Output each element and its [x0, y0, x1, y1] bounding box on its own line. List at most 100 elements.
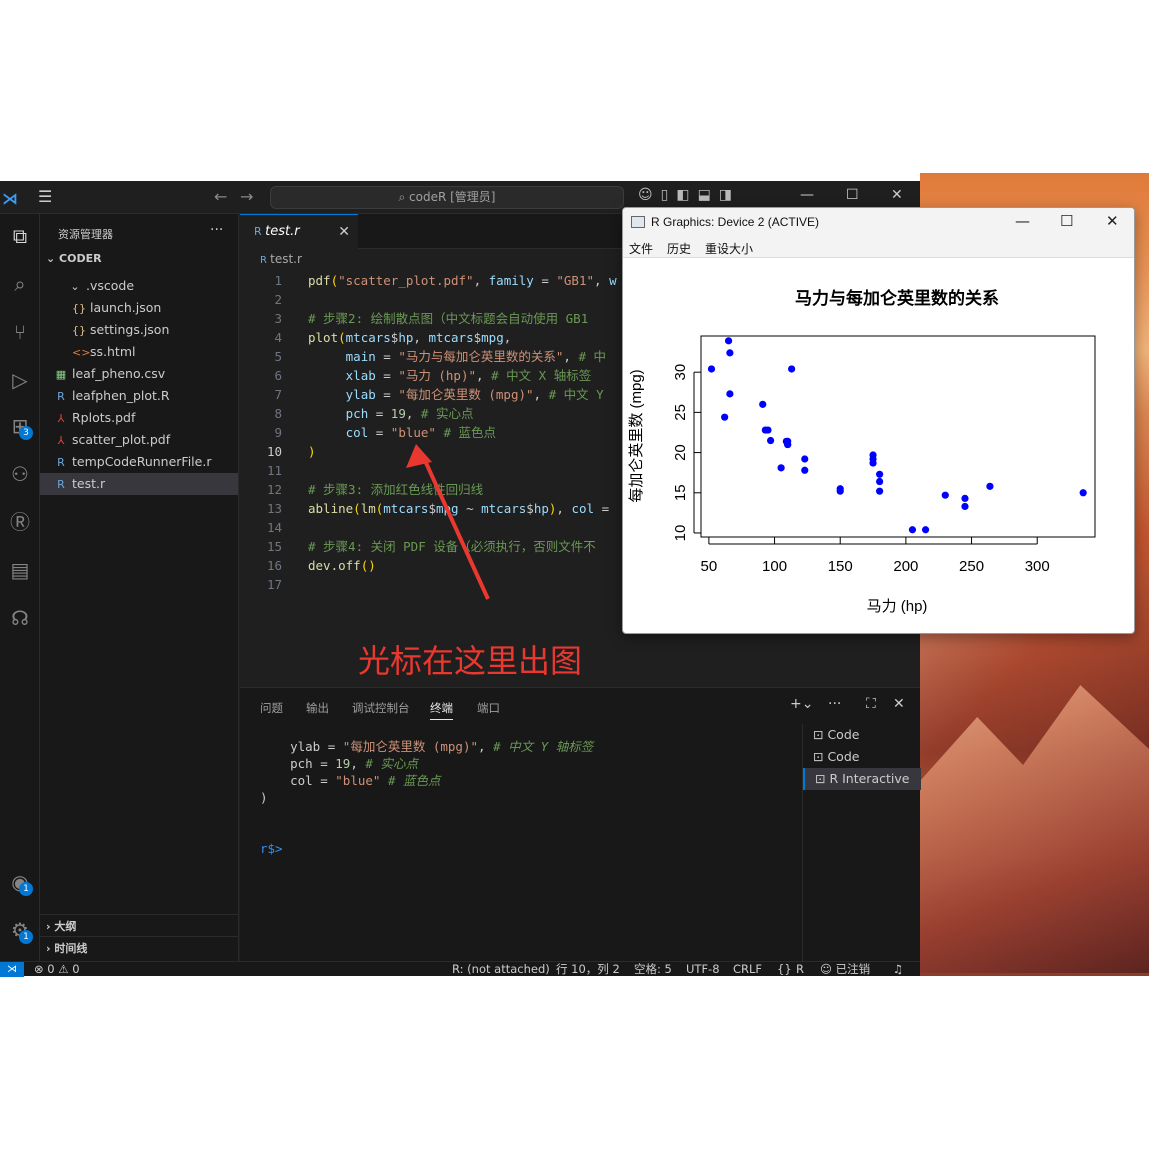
r-menu-item[interactable]: 重设大小 [705, 240, 753, 257]
extensions-icon[interactable]: ⊞ 3 [4, 410, 36, 442]
r-menu-item[interactable]: 文件 [629, 240, 653, 257]
terminal-line: r$> [260, 841, 283, 856]
r-maximize-icon[interactable]: ☐ [1060, 212, 1073, 230]
file-tree-item[interactable]: {} launch.json [40, 297, 238, 319]
panel-tab[interactable]: 输出 [306, 700, 329, 716]
r-graphics-window: R Graphics: Device 2 (ACTIVE) — ☐ ✕ 文件 历史… [622, 207, 1135, 634]
copilot-icon[interactable]: ☺ [638, 187, 661, 203]
eol-status[interactable]: CRLF [733, 962, 762, 977]
minimize-icon[interactable]: — [800, 187, 814, 203]
r-minimize-icon[interactable]: — [1015, 212, 1030, 230]
r-menu-item[interactable]: 历史 [667, 240, 691, 257]
data-point [707, 365, 716, 373]
forward-arrow-icon[interactable]: → [240, 187, 253, 206]
timeline-section[interactable]: › 时间线 [46, 940, 87, 956]
manage-gear-icon[interactable]: ⚙ 1 [4, 914, 36, 946]
line-number: 14 [266, 520, 282, 535]
toggle-secondary-sidebar-icon[interactable]: ◨ [719, 187, 740, 203]
toggle-panel-icon[interactable]: ⬓ [698, 187, 719, 203]
vscode-logo-icon: ⋊ [2, 189, 18, 208]
run-debug-icon[interactable]: ▷ [4, 364, 36, 396]
language-mode[interactable]: R [796, 962, 804, 977]
indentation-status[interactable]: 空格: 5 [634, 962, 672, 977]
outline-section[interactable]: › 大纲 [46, 918, 76, 934]
data-point [724, 337, 733, 345]
r-workspace-icon[interactable]: Ⓡ [4, 506, 36, 538]
data-point [961, 502, 969, 511]
explorer-icon[interactable]: ⧉ [4, 220, 36, 252]
command-center-search[interactable]: ⌕ codeR [管理员] [270, 186, 624, 209]
file-tree-item[interactable]: ▦ leaf_pheno.csv [40, 363, 238, 385]
source-control-icon[interactable]: ⑂ [4, 316, 36, 348]
y-axis-label: 每加仑英里数 (mpg) [627, 369, 645, 502]
html-icon: <> [72, 346, 91, 359]
account-status[interactable]: ☺ 已注销 [820, 962, 870, 977]
code-text: pdf("scatter_plot.pdf", family = "GB1", … [308, 273, 617, 288]
data-point [801, 455, 809, 463]
file-tree-item[interactable]: Rtest.r [40, 473, 238, 495]
section-divider [40, 914, 239, 915]
y-tick-label: 20 [672, 444, 689, 461]
x-tick-label: 50 [701, 558, 718, 575]
data-point [782, 437, 790, 445]
braces-icon[interactable]: {} [777, 962, 792, 977]
file-tree-label: Rplots.pdf [72, 410, 136, 425]
toggle-sidebar-icon[interactable]: ◧ [676, 187, 697, 203]
remote-explorer-icon[interactable]: ☊ [4, 602, 36, 634]
remote-indicator-icon[interactable]: ⋊ [0, 962, 24, 977]
search-icon[interactable]: ⌕ [4, 268, 36, 300]
file-tree-item[interactable]: {} settings.json [40, 319, 238, 341]
terminal-list-item[interactable]: ⊡ R Interactive [803, 768, 921, 790]
explorer-more-actions[interactable]: ··· [210, 222, 223, 238]
terminal-list: ⊡ Code ⊡ Code ⊡ R Interactive [802, 724, 921, 962]
notifications-bell-icon[interactable]: ♫ [893, 962, 903, 977]
notebook-icon[interactable]: ▤ [4, 554, 36, 586]
r-window-titlebar[interactable]: R Graphics: Device 2 (ACTIVE) — ☐ ✕ [623, 208, 1134, 238]
line-number: 1 [274, 273, 282, 288]
terminal-list-item[interactable]: ⊡ Code [803, 724, 921, 746]
r-file-icon: R [57, 390, 65, 403]
y-tick-label: 25 [672, 404, 689, 421]
maximize-icon[interactable]: ☐ [846, 187, 859, 203]
customize-layout-icon[interactable]: ▯ [661, 187, 677, 203]
python-icon[interactable]: ⚇ [4, 458, 36, 490]
workspace-folder[interactable]: ⌄ CODER [46, 252, 102, 265]
accounts-icon[interactable]: ◉ 1 [4, 866, 36, 898]
hamburger-menu-icon[interactable]: ☰ [38, 187, 58, 207]
panel-tab[interactable]: 调试控制台 [352, 700, 410, 716]
file-tree-item[interactable]: Rleafphen_plot.R [40, 385, 238, 407]
close-icon[interactable]: ✕ [891, 187, 903, 203]
data-point [941, 491, 949, 499]
close-panel-icon[interactable]: ✕ [893, 696, 905, 712]
file-tree-item[interactable]: RtempCodeRunnerFile.r [40, 451, 238, 473]
status-bar: ⋊ ⊗ 0 ⚠ 0 R: (not attached) 行 10，列 2 空格:… [0, 961, 920, 977]
file-tree-item[interactable]: ⌄ .vscode [40, 275, 238, 297]
cursor-position[interactable]: 行 10，列 2 [556, 962, 620, 977]
file-tree-item[interactable]: ⅄ Rplots.pdf [40, 407, 238, 429]
problems-status[interactable]: ⊗ 0 ⚠ 0 [34, 962, 80, 977]
terminal-list-item[interactable]: ⊡ Code [803, 746, 921, 768]
r-session-status[interactable]: R: (not attached) [452, 962, 550, 977]
panel-tab[interactable]: 终端 [430, 700, 453, 720]
file-tree-item[interactable]: ⅄ scatter_plot.pdf [40, 429, 238, 451]
breadcrumb[interactable]: R test.r [260, 252, 302, 266]
close-tab-icon[interactable]: ✕ [338, 215, 350, 249]
r-close-icon[interactable]: ✕ [1106, 212, 1119, 230]
new-terminal-icon[interactable]: +⌄ [790, 696, 813, 712]
panel-tab[interactable]: 端口 [477, 700, 500, 716]
maximize-panel-icon[interactable]: ⛶ [866, 696, 876, 712]
tab-test-r[interactable]: R test.r ✕ [240, 214, 358, 249]
more-actions-icon[interactable]: ··· [828, 696, 841, 712]
pdf-icon: ⅄ [57, 434, 65, 447]
encoding-status[interactable]: UTF-8 [686, 962, 720, 977]
data-point [908, 526, 917, 534]
panel-tab[interactable]: 问题 [260, 700, 283, 716]
back-arrow-icon[interactable]: ← [214, 187, 227, 206]
y-tick-label: 30 [672, 364, 689, 381]
file-tree-item[interactable]: <>ss.html [40, 341, 238, 363]
file-tree-label: leafphen_plot.R [72, 388, 170, 403]
r-file-icon: R [57, 456, 65, 469]
y-tick-label: 10 [672, 525, 689, 542]
search-icon: ⌕ [398, 190, 410, 204]
code-text: ) [308, 444, 316, 459]
